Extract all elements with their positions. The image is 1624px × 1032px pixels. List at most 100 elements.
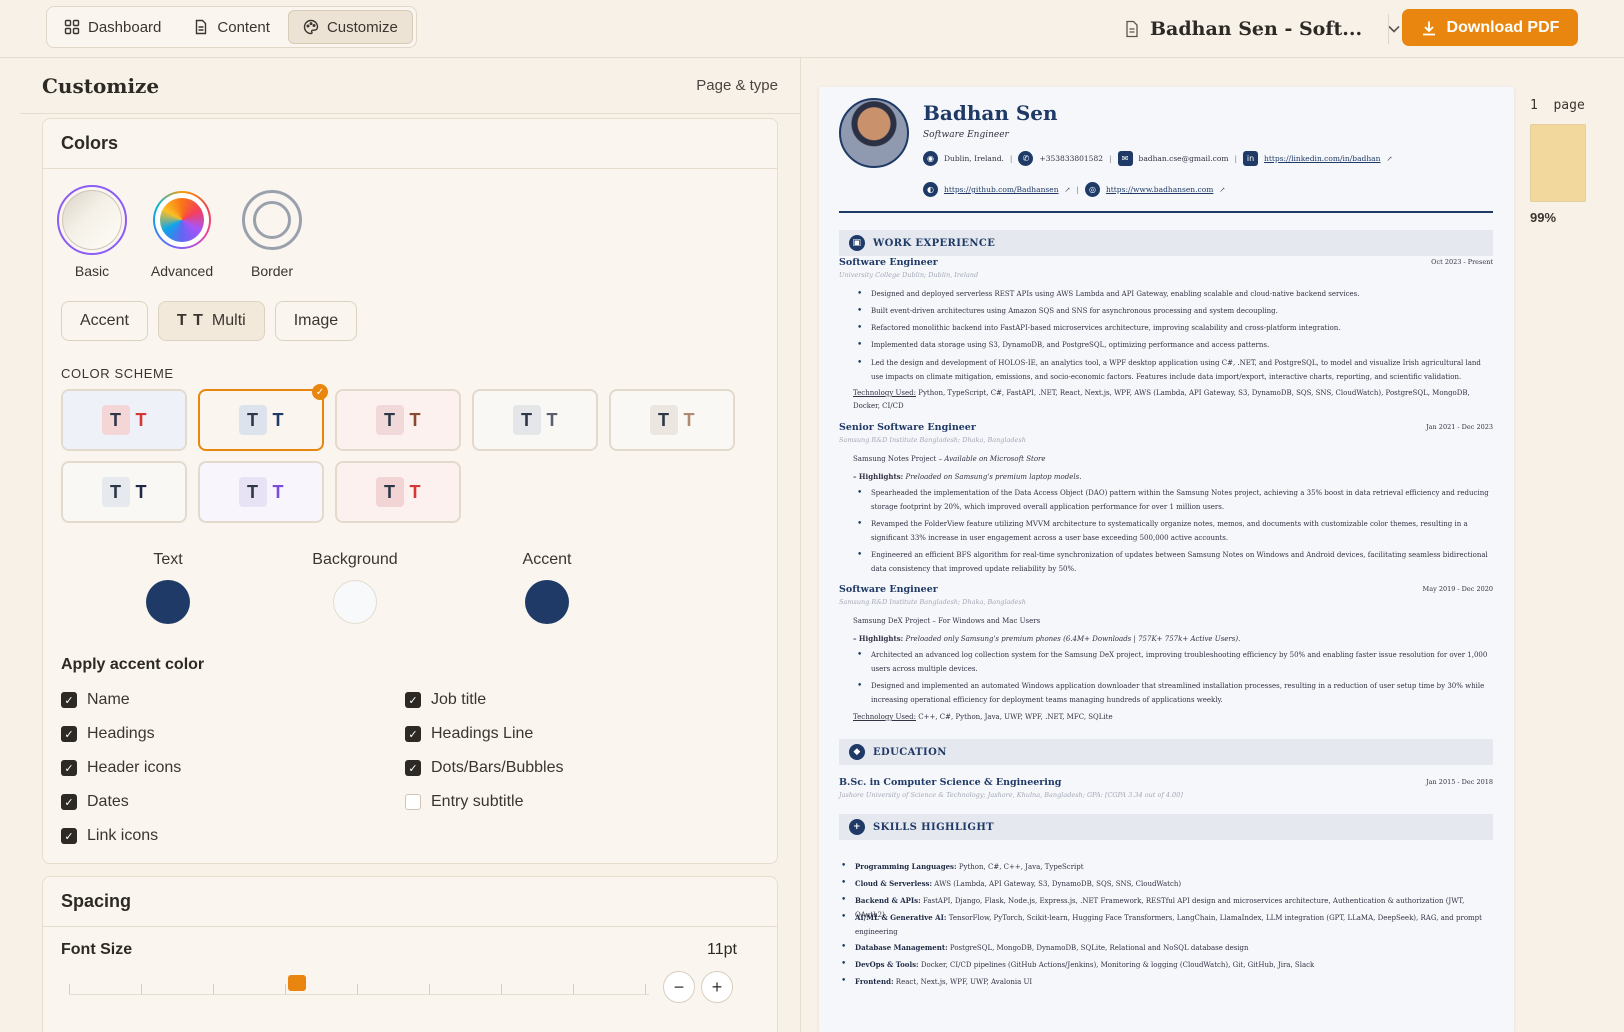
mode-border[interactable]: Border (237, 185, 307, 279)
briefcase-icon: ▣ (849, 235, 865, 251)
skill-item: DevOps & Tools: Docker, CI/CD pipelines … (841, 958, 1491, 973)
page-type-link[interactable]: Page & type (696, 77, 778, 94)
accent-checkbox-job-title[interactable]: ✓ Job title (405, 691, 486, 709)
graduation-cap-icon: ◆ (849, 744, 865, 760)
font-size-slider[interactable] (69, 975, 649, 995)
color-scheme-option[interactable]: TT (61, 461, 187, 523)
color-scheme-option[interactable]: TT (198, 461, 324, 523)
color-scheme-option[interactable]: TT (472, 389, 598, 451)
tab-label: Content (217, 18, 270, 36)
button-label: Multi (211, 312, 246, 329)
job-role: Senior Software Engineer (839, 422, 976, 433)
panel-header: Customize Page & type (20, 58, 800, 114)
job-bullet: Architected an advanced log collection s… (857, 649, 1491, 676)
scheme-accent-sample: T (683, 409, 695, 430)
button-label: Accent (80, 312, 129, 329)
checkbox-label: Job title (431, 691, 487, 708)
job-role: Software Engineer (839, 257, 938, 268)
accent-type-button[interactable]: Accent (61, 301, 148, 341)
decrease-font-button[interactable]: − (663, 971, 695, 1003)
basic-swatch (57, 185, 127, 255)
color-scheme-option[interactable]: TT (61, 389, 187, 451)
mode-basic[interactable]: Basic (57, 185, 127, 279)
spacing-card: Spacing Font Size 11pt − + (42, 876, 778, 1032)
page-count: 1 page (1530, 98, 1585, 113)
contact-text: badhan.cse@gmail.com (1138, 154, 1229, 163)
top-bar: Dashboard Content Customize Badhan Sen -… (0, 0, 1624, 58)
contact-item[interactable]: ◐ https://github.com/Badhansen ↗ (923, 182, 1070, 197)
scheme-accent-sample: T (135, 409, 147, 430)
job-date: Oct 2023 - Present (1431, 258, 1493, 266)
job-entry: Software Engineer Oct 2023 - Present (839, 257, 1493, 268)
image-type-button[interactable]: Image (274, 301, 358, 341)
accent-checkbox-dates[interactable]: ✓ Dates (61, 793, 129, 811)
accent-checkbox-name[interactable]: ✓ Name (61, 691, 130, 709)
accent-checkbox-headings-line[interactable]: ✓ Headings Line (405, 725, 533, 743)
scheme-accent-sample: T (272, 409, 284, 430)
contact-item[interactable]: ◎ https://www.badhansen.com ↗ (1084, 182, 1225, 197)
separator: | (1076, 185, 1079, 194)
linkedin-icon: in (1243, 151, 1259, 166)
scheme-accent-sample: T (135, 481, 147, 502)
header-line (839, 211, 1493, 213)
color-swatch-accent[interactable] (525, 580, 569, 624)
job-bullet: Revamped the FolderView feature utilizin… (857, 518, 1491, 545)
contact-item: ✉ badhan.cse@gmail.com (1117, 151, 1229, 166)
tab-content[interactable]: Content (179, 10, 284, 44)
color-type-buttons: Accent T T Multi Image (61, 301, 358, 341)
color-scheme-option[interactable]: T T ✓ (198, 384, 328, 451)
accent-checkbox-entry-subtitle[interactable]: Entry subtitle (405, 793, 523, 811)
scheme-accent-sample: T (272, 481, 284, 502)
job-org: Samsung R&D Institute Bangladesh; Dhaka,… (839, 598, 1026, 606)
checkbox-icon: ✓ (61, 726, 77, 742)
download-pdf-button[interactable]: Download PDF (1402, 9, 1578, 46)
color-scheme-option[interactable]: TT (609, 389, 735, 451)
color-scheme-option[interactable]: TT (335, 461, 461, 523)
customize-panel: Customize Page & type Colors Basic Advan… (20, 58, 801, 1032)
checkbox-icon: ✓ (405, 692, 421, 708)
color-scheme-label: COLOR SCHEME (61, 366, 174, 381)
color-swatch-text[interactable] (146, 580, 190, 624)
checkbox-label: Dates (87, 793, 129, 810)
checkbox-icon: ✓ (405, 760, 421, 776)
color-scheme-option[interactable]: TT (335, 389, 461, 451)
scheme-text-sample: T (101, 477, 130, 507)
separator: | (1234, 154, 1238, 163)
project-line: Samsung DeX Project – For Windows and Ma… (853, 617, 1041, 625)
mode-advanced[interactable]: Advanced (147, 185, 217, 279)
tab-label: Customize (326, 18, 398, 36)
document-icon (193, 19, 209, 35)
degree: B.Sc. in Computer Science & Engineering (839, 777, 1062, 788)
contact-item[interactable]: in https://linkedin.com/in/badhan ↗ (1243, 151, 1392, 166)
scheme-text-sample: T (101, 405, 130, 435)
border-swatch (237, 185, 307, 255)
tab-customize[interactable]: Customize (287, 10, 413, 44)
accent-checkbox-header-icons[interactable]: ✓ Header icons (61, 759, 181, 777)
accent-checkbox-headings[interactable]: ✓ Headings (61, 725, 155, 743)
accent-checkbox-dots-bars-bubbles[interactable]: ✓ Dots/Bars/Bubbles (405, 759, 564, 777)
page-thumbnail[interactable] (1530, 124, 1586, 202)
job-role: Software Engineer (839, 584, 938, 595)
check-icon: ✓ (312, 384, 328, 400)
font-size-row: Font Size 11pt (61, 941, 737, 959)
skill-item: Frontend: React, Next.js, WPF, UWP, Aval… (841, 975, 1491, 990)
mode-label: Advanced (150, 263, 214, 279)
contact-item: ◉ Dublin, Ireland. (923, 151, 1004, 166)
job-bullet: Led the design and development of HOLOS-… (857, 357, 1491, 384)
phone-icon: ✆ (1018, 151, 1034, 166)
document-selector[interactable]: Badhan Sen - Soft... (1124, 14, 1402, 44)
resume-job-title: Software Engineer (923, 130, 1009, 140)
increase-font-button[interactable]: + (701, 971, 733, 1003)
job-bullet: Implemented data storage using S3, Dynam… (857, 339, 1491, 353)
colors-card: Colors Basic Advanced Border Accent T T … (42, 118, 778, 864)
slider-handle[interactable] (288, 975, 306, 991)
tab-dashboard[interactable]: Dashboard (50, 10, 175, 44)
multi-type-button[interactable]: T T Multi (157, 301, 265, 341)
grid-icon (64, 19, 80, 35)
color-swatch-background[interactable] (333, 580, 377, 624)
job-bullet: Built event-driven architectures using A… (857, 305, 1491, 319)
apply-accent-title: Apply accent color (61, 656, 205, 673)
swatch-label: Accent (522, 551, 572, 568)
accent-checkbox-link-icons[interactable]: ✓ Link icons (61, 827, 158, 845)
checkbox-label: Dots/Bars/Bubbles (431, 759, 564, 776)
